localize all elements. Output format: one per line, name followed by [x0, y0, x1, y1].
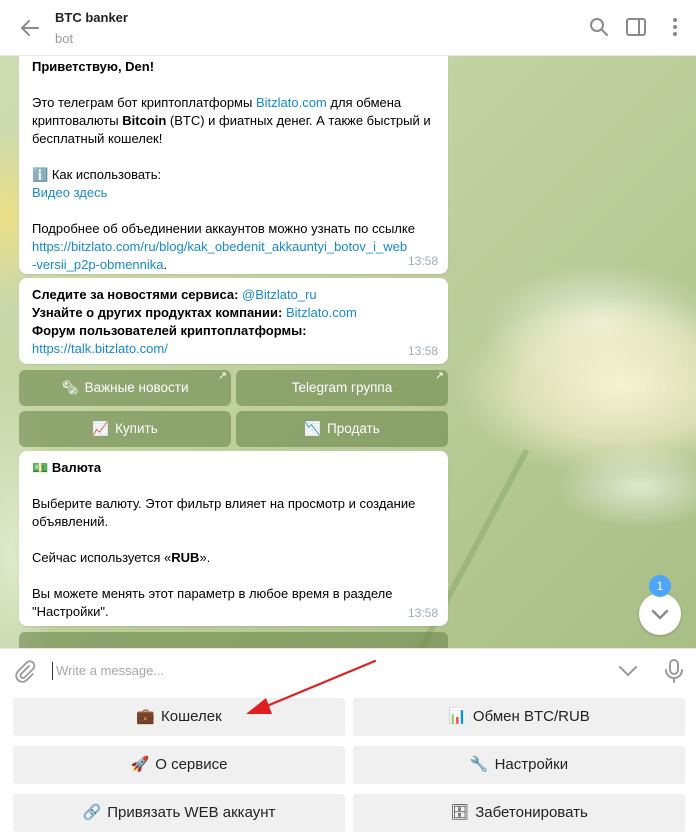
- more-menu-icon[interactable]: [664, 16, 686, 38]
- keyboard-toggle-icon[interactable]: [617, 660, 639, 682]
- chart-down-icon: 📉: [304, 421, 322, 436]
- message-howto: ℹ️ Как использовать:: [32, 167, 162, 182]
- message-time: 13:58: [407, 254, 438, 268]
- rocket-icon: 🚀: [130, 756, 150, 773]
- video-link[interactable]: Видео здесь: [32, 184, 435, 202]
- link-icon: 🔗: [82, 804, 102, 821]
- message-composer: Write a message...: [0, 648, 696, 693]
- scroll-to-bottom-button[interactable]: [639, 593, 681, 635]
- banknote-icon: 💵: [32, 460, 49, 475]
- back-arrow-icon[interactable]: [16, 14, 44, 42]
- sidebar-toggle-icon[interactable]: [625, 16, 647, 38]
- news-line: Следите за новостями сервиса: @Bitzlato_…: [32, 287, 317, 302]
- channel-link[interactable]: @Bitzlato_ru: [242, 287, 317, 302]
- message-input[interactable]: Write a message...: [52, 662, 164, 680]
- message-time: 13:58: [407, 344, 438, 358]
- keyboard-button-settings[interactable]: 🔧 Настройки: [353, 746, 685, 784]
- search-icon[interactable]: [588, 16, 610, 38]
- currency-current: Сейчас используется «RUB».: [32, 550, 211, 565]
- chat-history[interactable]: Приветствую, Den! Это телеграм бот крипт…: [0, 56, 696, 648]
- inline-button-telegram-group[interactable]: Telegram группа ↗: [236, 370, 448, 406]
- currency-title: 💵 Валюта: [32, 460, 102, 475]
- keyboard-button-exchange[interactable]: 📊 Обмен BTC/RUB: [353, 698, 685, 736]
- attach-icon[interactable]: [12, 658, 38, 684]
- wrench-icon: 🔧: [469, 756, 489, 773]
- message-greeting: Приветствую, Den!: [32, 59, 155, 74]
- message-bubble-welcome[interactable]: Приветствую, Den! Это телеграм бот крипт…: [19, 56, 448, 274]
- reply-keyboard: 💼 Кошелек 📊 Обмен BTC/RUB 🚀 О сервисе 🔧 Наст…: [0, 693, 696, 837]
- bar-chart-icon: 📊: [448, 708, 467, 725]
- inline-button-partial[interactable]: [19, 632, 448, 648]
- chat-title[interactable]: BTC banker: [55, 10, 128, 25]
- message-bubble-currency[interactable]: 💵 Валюта Выберите валюту. Этот фильтр вл…: [19, 451, 448, 626]
- newspaper-icon: 🗞: [61, 380, 79, 395]
- products-link[interactable]: Bitzlato.com: [286, 305, 357, 320]
- microphone-icon[interactable]: [662, 657, 686, 685]
- forum-link[interactable]: https://talk.bitzlato.com/: [32, 340, 435, 358]
- message-intro: Это телеграм бот криптоплатформы Bitzlat…: [32, 95, 431, 146]
- forum-line: Форум пользователей криптоплатформы:: [32, 323, 307, 338]
- keyboard-button-freeze[interactable]: 🗄 Забетонировать: [353, 794, 685, 832]
- chevron-down-icon: [651, 609, 669, 620]
- message-time: 13:58: [407, 606, 438, 620]
- accounts-link[interactable]: https://bitzlato.com/ru/blog/kak_obedeni…: [32, 238, 435, 274]
- keyboard-button-link-web[interactable]: 🔗 Привязать WEB аккаунт: [13, 794, 345, 832]
- products-line: Узнайте о других продуктах компании: Bit…: [32, 305, 357, 320]
- cabinet-icon: 🗄: [450, 804, 470, 821]
- inline-button-buy[interactable]: 📈 Купить: [19, 411, 231, 447]
- message-bubble-links[interactable]: Следите за новостями сервиса: @Bitzlato_…: [19, 278, 448, 364]
- external-link-icon: ↗: [434, 370, 444, 382]
- chat-header: BTC banker bot: [0, 0, 696, 56]
- message-accounts-text: Подробнее об объединении аккаунтов можно…: [32, 221, 415, 236]
- keyboard-button-wallet[interactable]: 💼 Кошелек: [13, 698, 345, 736]
- currency-description: Выберите валюту. Этот фильтр влияет на п…: [32, 496, 416, 529]
- info-icon: ℹ️: [32, 167, 49, 182]
- chart-up-icon: 📈: [92, 421, 110, 436]
- briefcase-icon: 💼: [136, 708, 156, 725]
- keyboard-button-about[interactable]: 🚀 О сервисе: [13, 746, 345, 784]
- bitzlato-link[interactable]: Bitzlato.com: [256, 95, 327, 110]
- currency-settings-hint: Вы можете менять этот параметр в любое в…: [32, 586, 393, 619]
- external-link-icon: ↗: [217, 370, 227, 382]
- unread-count-badge: 1: [649, 575, 671, 597]
- inline-button-sell[interactable]: 📉 Продать: [236, 411, 448, 447]
- chat-subtitle: bot: [55, 31, 74, 46]
- inline-button-news[interactable]: 🗞 Важные новости ↗: [19, 370, 231, 406]
